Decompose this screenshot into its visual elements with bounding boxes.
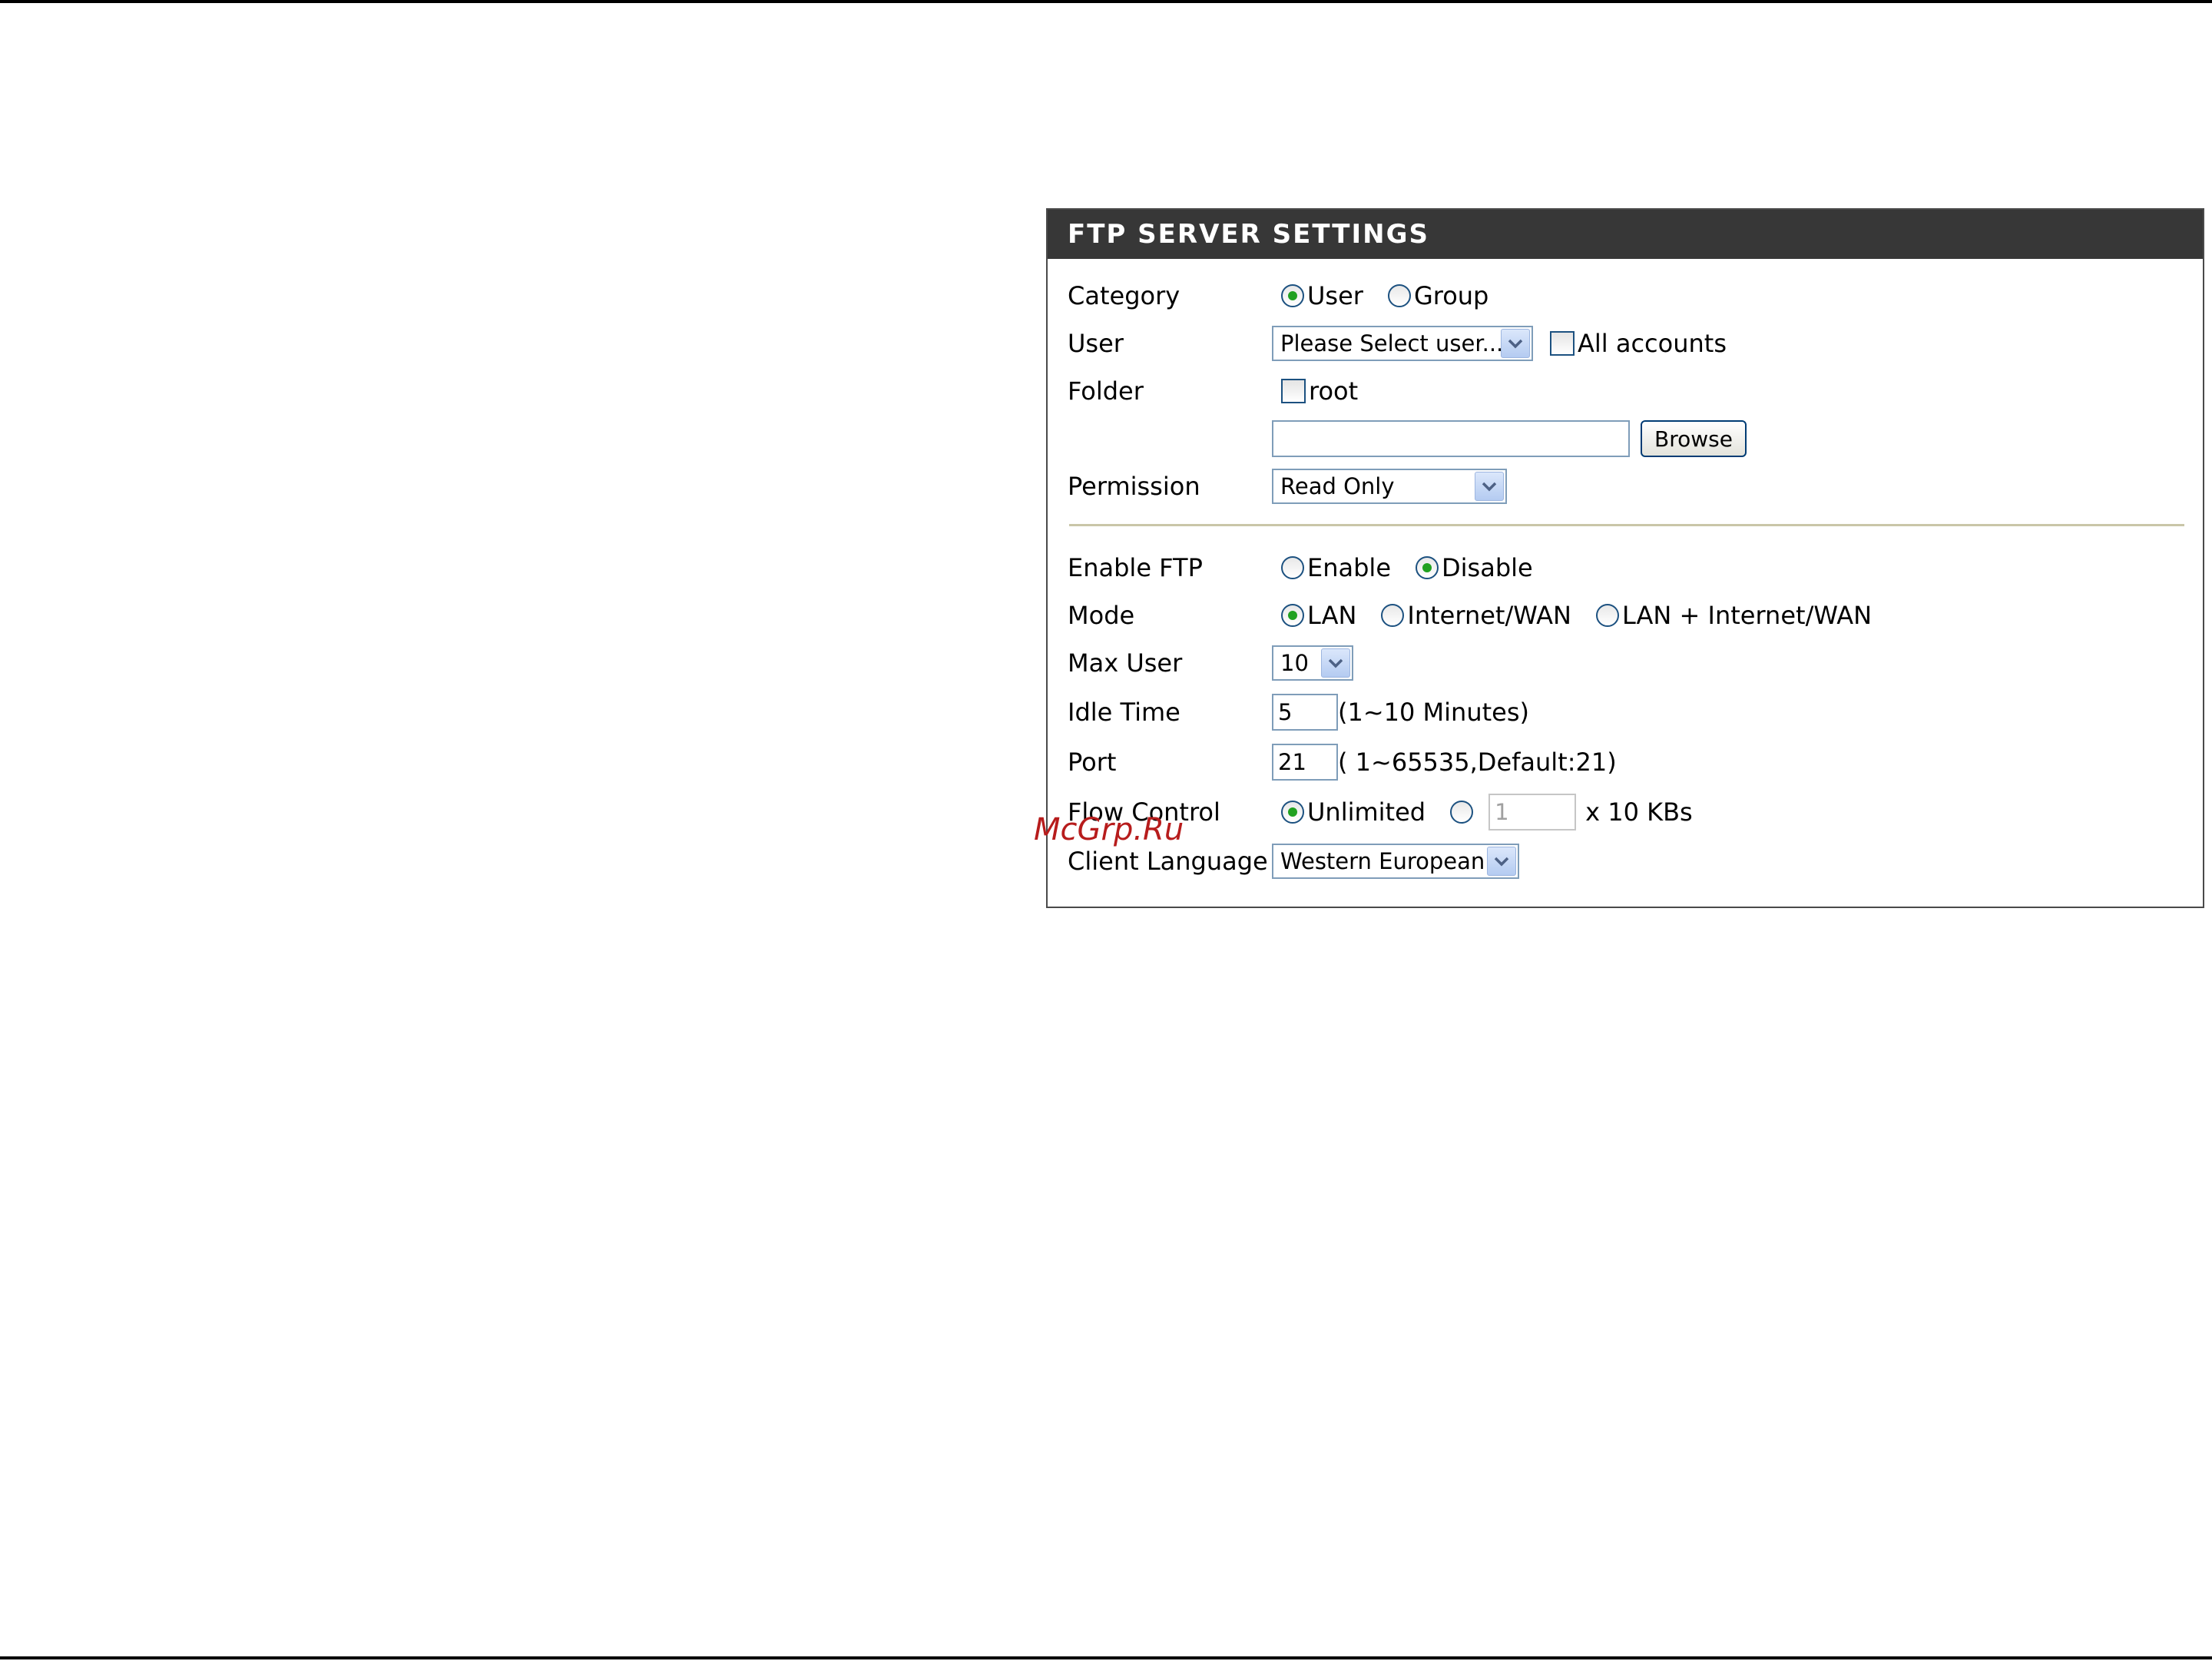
chevron-down-icon[interactable] [1487,847,1516,876]
idle-time-row: Idle Time (1~10 Minutes) [1048,691,2203,734]
folder-path-row: Browse [1048,417,2203,460]
flow-control-unlimited-radio[interactable] [1281,801,1304,824]
root-checkbox[interactable] [1281,379,1306,403]
mode-lan-radio[interactable] [1281,604,1304,627]
max-user-select-value: 10 [1280,650,1309,676]
user-row: User Please Select user... All accounts [1048,322,2203,365]
port-hint: ( 1~65535,Default:21) [1338,748,1617,777]
chevron-down-icon[interactable] [1501,329,1530,358]
mode-row: Mode LAN Internet/WAN LAN + Internet/WAN [1048,594,2203,637]
mode-lan-label: LAN [1307,601,1357,630]
enable-ftp-enable-radio[interactable] [1281,556,1304,579]
flow-control-unlimited-label: Unlimited [1307,797,1426,827]
port-input[interactable] [1272,744,1338,781]
flow-control-limited-radio[interactable] [1450,801,1474,824]
panel-title: FTP SERVER SETTINGS [1048,210,2203,259]
mode-lan-internet-wan-label: LAN + Internet/WAN [1621,601,1873,630]
max-user-row: Max User 10 [1048,642,2203,685]
idle-time-label: Idle Time [1068,698,1181,727]
port-label: Port [1068,748,1117,777]
category-user-radio[interactable] [1281,284,1304,307]
enable-ftp-label: Enable FTP [1068,553,1203,582]
flow-control-rate-input[interactable] [1488,794,1577,830]
mode-lan-internet-wan-radio[interactable] [1595,604,1619,627]
category-row: Category User Group [1048,274,2203,317]
enable-ftp-enable-label: Enable [1307,553,1391,582]
enable-ftp-row: Enable FTP Enable Disable [1048,546,2203,589]
client-language-select-value: Western European [1280,848,1485,874]
section-divider [1069,524,2184,526]
browse-button[interactable]: Browse [1641,420,1747,457]
flow-control-unit-label: x 10 KBs [1585,797,1693,827]
max-user-select[interactable]: 10 [1272,645,1353,681]
enable-ftp-disable-label: Disable [1442,553,1533,582]
folder-path-input[interactable] [1272,420,1630,457]
port-row: Port ( 1~65535,Default:21) [1048,741,2203,784]
category-group-radio[interactable] [1387,284,1411,307]
bottom-rule [0,1656,2212,1659]
permission-select[interactable]: Read Only [1272,469,1507,504]
all-accounts-checkbox[interactable] [1550,331,1575,356]
ftp-server-settings-panel: FTP SERVER SETTINGS Category User Group … [1046,208,2204,908]
all-accounts-label: All accounts [1578,329,1727,358]
category-group-label: Group [1413,281,1489,310]
max-user-label: Max User [1068,648,1183,678]
mode-internet-wan-label: Internet/WAN [1407,601,1571,630]
idle-time-input[interactable] [1272,694,1338,731]
category-user-label: User [1307,281,1363,310]
permission-select-value: Read Only [1280,473,1395,499]
watermark: McGrp.Ru [1034,812,1184,847]
category-label: Category [1068,281,1181,310]
enable-ftp-disable-radio[interactable] [1416,556,1439,579]
permission-label: Permission [1068,472,1200,501]
idle-time-hint: (1~10 Minutes) [1338,698,1529,727]
permission-row: Permission Read Only [1048,465,2203,508]
user-select-value: Please Select user... [1280,330,1501,356]
user-select[interactable]: Please Select user... [1272,326,1533,361]
folder-row: Folder root [1048,370,2203,413]
client-language-select[interactable]: Western European [1272,844,1519,879]
chevron-down-icon[interactable] [1475,472,1504,501]
root-label: root [1309,376,1359,406]
mode-label: Mode [1068,601,1135,630]
user-label: User [1068,329,1124,358]
mode-internet-wan-radio[interactable] [1381,604,1405,627]
top-rule [0,0,2212,3]
folder-label: Folder [1068,376,1144,406]
chevron-down-icon[interactable] [1321,648,1350,678]
flow-control-row: Flow Control Unlimited x 10 KBs [1048,791,2203,834]
client-language-row: Client Language Western European [1048,840,2203,883]
